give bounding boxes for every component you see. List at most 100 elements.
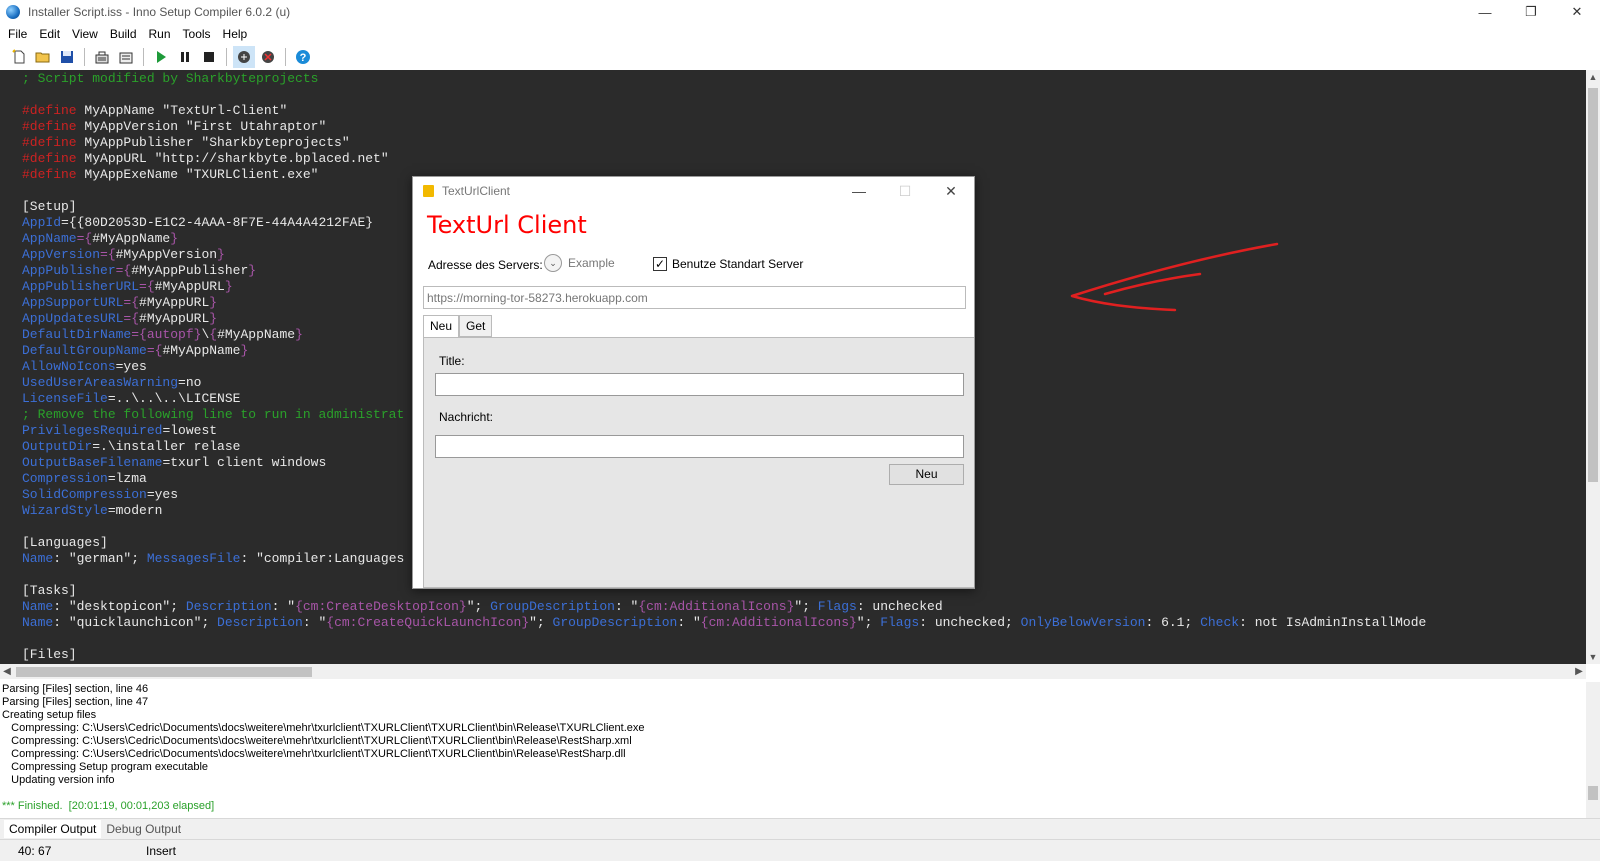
code-token: OutputBaseFilename xyxy=(22,455,163,470)
scrollbar-thumb[interactable] xyxy=(16,667,312,677)
scroll-down-icon[interactable]: ▼ xyxy=(1586,650,1600,664)
code-line: #define MyAppVersion "First Utahraptor" xyxy=(22,119,1426,135)
output-finished-line: *** Finished. [20:01:19, 00:01,203 elaps… xyxy=(2,800,215,812)
code-token: : not IsAdminInstallMode xyxy=(1239,615,1427,630)
checkmark-icon[interactable]: ✓ xyxy=(653,257,667,271)
code-token: } xyxy=(295,327,303,342)
code-token: #define xyxy=(22,135,77,150)
scrollbar-thumb[interactable] xyxy=(1588,786,1598,800)
tab-debug-output[interactable]: Debug Output xyxy=(101,820,186,838)
example-dropdown[interactable]: ⌄ Example xyxy=(544,254,615,272)
chevron-down-icon[interactable]: ⌄ xyxy=(544,254,562,272)
code-token: #define xyxy=(22,167,77,182)
code-line: ; Script modified by Sharkbyteprojects xyxy=(22,71,1426,87)
code-token: : "compiler:Languages xyxy=(240,551,405,566)
menu-build[interactable]: Build xyxy=(104,27,143,41)
code-token: Name xyxy=(22,599,54,614)
menu-tools[interactable]: Tools xyxy=(177,27,217,41)
restore-icon: ❐ xyxy=(1525,4,1537,19)
menu-file[interactable]: File xyxy=(2,27,33,41)
dialog-close-button[interactable]: ✕ xyxy=(928,177,974,205)
code-token: #define xyxy=(22,151,77,166)
debug-step-button[interactable] xyxy=(257,46,279,68)
help-button[interactable]: ? xyxy=(292,46,314,68)
restore-button[interactable]: ❐ xyxy=(1508,0,1554,24)
code-token: } xyxy=(209,311,218,326)
code-token: "; xyxy=(794,599,818,614)
scroll-right-icon[interactable]: ▶ xyxy=(1572,664,1586,679)
code-token: {cm:CreateQuickLaunchIcon} xyxy=(326,615,530,630)
menu-view[interactable]: View xyxy=(66,27,104,41)
code-line: Name: "desktopicon"; Description: "{cm:C… xyxy=(22,599,1426,615)
pause-button[interactable] xyxy=(174,46,196,68)
window-title-bar: Installer Script.iss - Inno Setup Compil… xyxy=(0,0,1600,24)
new-file-button[interactable] xyxy=(8,46,30,68)
tab-compiler-output[interactable]: Compiler Output xyxy=(4,820,102,838)
menu-bar: File Edit View Build Run Tools Help xyxy=(0,24,1600,44)
output-tabs: Compiler Output Debug Output xyxy=(0,818,1600,839)
code-token: Flags xyxy=(880,615,920,630)
code-token: AppUpdatesURL xyxy=(22,311,124,326)
code-token: : " xyxy=(614,599,639,614)
code-token: AppId xyxy=(22,215,62,230)
code-line: #define MyAppPublisher "Sharkbyteproject… xyxy=(22,135,1426,151)
minimize-icon: — xyxy=(1478,4,1492,20)
dialog-minimize-button[interactable]: — xyxy=(836,177,882,205)
tab-neu[interactable]: Neu xyxy=(423,315,460,338)
help-icon: ? xyxy=(296,50,310,64)
submit-neu-button[interactable]: Neu xyxy=(889,464,964,485)
title-label: Title: xyxy=(439,354,465,368)
dialog-title: TextUrlClient xyxy=(442,184,511,198)
scrollbar-thumb[interactable] xyxy=(1588,88,1598,482)
title-input[interactable] xyxy=(435,373,964,396)
menu-edit[interactable]: Edit xyxy=(33,27,66,41)
message-input[interactable] xyxy=(435,435,964,458)
cursor-position: 40: 67 xyxy=(18,843,52,858)
menu-help[interactable]: Help xyxy=(217,27,254,41)
tab-get[interactable]: Get xyxy=(459,315,493,337)
scroll-up-icon[interactable]: ▲ xyxy=(1586,70,1600,84)
save-button[interactable] xyxy=(56,46,78,68)
code-token: {cm:AdditionalIcons} xyxy=(638,599,795,614)
code-token: DefaultGroupName xyxy=(22,343,147,358)
code-token: ={ xyxy=(146,343,163,358)
editor-vertical-scrollbar[interactable]: ▲ ▼ xyxy=(1586,70,1600,664)
stop-compile-button[interactable] xyxy=(115,46,137,68)
code-token: AppSupportURL xyxy=(22,295,124,310)
server-url-input[interactable] xyxy=(423,286,966,309)
output-vertical-scrollbar[interactable] xyxy=(1586,682,1600,818)
stop-button[interactable] xyxy=(198,46,220,68)
code-token: : "german"; xyxy=(53,551,147,566)
code-token: =txurl client windows xyxy=(162,455,327,470)
standard-server-checkbox[interactable]: ✓ Benutze Standart Server xyxy=(653,257,803,271)
debug-icon xyxy=(238,51,250,63)
code-token: MessagesFile xyxy=(146,551,241,566)
code-token: ={ xyxy=(139,279,155,294)
texturl-client-window: TextUrlClient — ☐ ✕ TextUrl Client Adres… xyxy=(412,176,975,589)
open-button[interactable] xyxy=(32,46,54,68)
code-token: "; xyxy=(466,599,491,614)
menu-run[interactable]: Run xyxy=(143,27,177,41)
code-token: PrivilegesRequired xyxy=(22,423,163,438)
window-controls: — ❐ ✕ xyxy=(1462,0,1600,24)
code-token: ; Remove the following line to run in ad… xyxy=(22,407,405,422)
code-token: ={{80D2053D-E1C2-4AAA-8F7E-44A4A4212FAE} xyxy=(61,215,374,230)
code-token: =.\installer relase xyxy=(92,439,241,454)
minimize-button[interactable]: — xyxy=(1462,0,1508,24)
code-token: "; xyxy=(529,615,553,630)
toolbar-separator xyxy=(84,48,85,66)
editor-horizontal-scrollbar[interactable]: ◀ ▶ xyxy=(0,664,1586,679)
code-token: Name xyxy=(22,551,54,566)
insert-mode: Insert xyxy=(146,843,177,858)
code-token: ={ xyxy=(123,311,140,326)
debug-button[interactable] xyxy=(233,46,255,68)
code-token: AppPublisher xyxy=(22,263,116,278)
close-button[interactable]: ✕ xyxy=(1554,0,1600,24)
compile-button[interactable] xyxy=(91,46,113,68)
code-token: : unchecked; xyxy=(919,615,1021,630)
code-token: [Files] xyxy=(22,647,77,662)
scroll-left-icon[interactable]: ◀ xyxy=(0,664,14,679)
run-button[interactable] xyxy=(150,46,172,68)
code-token: UsedUserAreasWarning xyxy=(22,375,179,390)
